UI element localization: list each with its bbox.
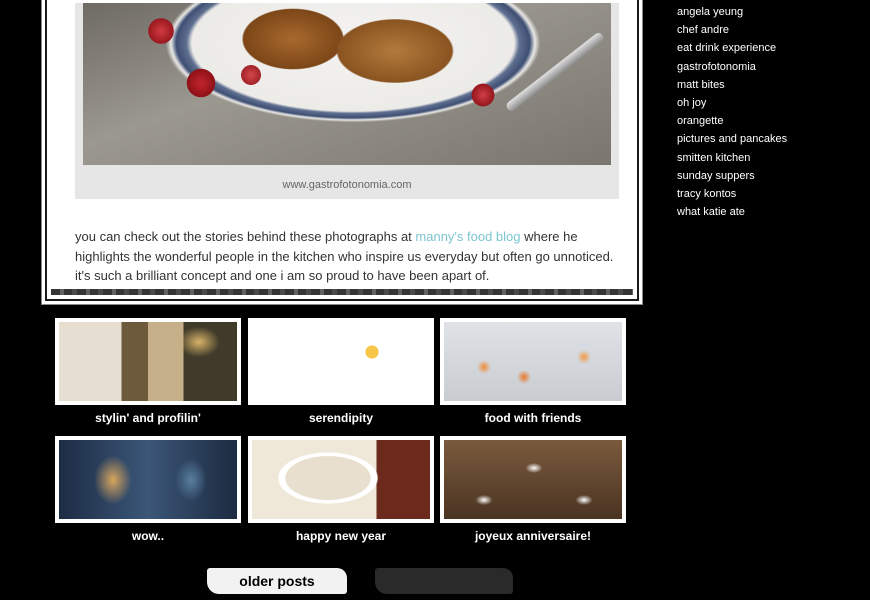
thumbnail-title[interactable]: wow.. — [55, 529, 241, 543]
sidebar-blogroll: angela yeung chef andre eat drink experi… — [677, 2, 787, 220]
fork-image-detail — [504, 31, 606, 113]
thumbnail-image — [59, 322, 237, 401]
thumbnail-image — [444, 322, 622, 401]
thumbnail-image — [252, 440, 430, 519]
thumbnail-title[interactable]: food with friends — [440, 411, 626, 425]
sidebar-link-item: chef andre — [677, 20, 787, 38]
older-posts-button[interactable]: older posts — [207, 568, 347, 594]
sidebar-link-item: oh joy — [677, 93, 787, 111]
sidebar-link-item: eat drink experience — [677, 38, 787, 56]
thumbnail-title[interactable]: serendipity — [248, 411, 434, 425]
newer-posts-button-placeholder — [375, 568, 513, 594]
sidebar-link-item: matt bites — [677, 75, 787, 93]
sidebar-link-item: sunday suppers — [677, 166, 787, 184]
sidebar-link-item: what katie ate — [677, 202, 787, 220]
thumbnail-title[interactable]: stylin' and profilin' — [55, 411, 241, 425]
sidebar-link[interactable]: smitten kitchen — [677, 152, 750, 164]
thumbnail-food-with-friends[interactable] — [440, 318, 626, 405]
sidebar-link-item: tracy kontos — [677, 184, 787, 202]
sidebar-link-item: pictures and pancakes — [677, 129, 787, 147]
thumbnail-image — [444, 440, 622, 519]
thumbnail-happy-new-year[interactable] — [248, 436, 434, 523]
sidebar-link-item: gastrofotonomia — [677, 57, 787, 75]
sidebar-link[interactable]: oh joy — [677, 97, 706, 109]
post-photo-frame: www.gastrofotonomia.com — [75, 3, 619, 199]
thumbnail-title[interactable]: joyeux anniversaire! — [440, 529, 626, 543]
thumbnail-stylin-and-profilin[interactable] — [55, 318, 241, 405]
post-photo-french-toast[interactable] — [83, 3, 611, 165]
photo-caption: www.gastrofotonomia.com — [282, 179, 412, 191]
mannys-food-blog-link[interactable]: manny's food blog — [415, 229, 520, 244]
sidebar-link-item: orangette — [677, 111, 787, 129]
sidebar-link[interactable]: angela yeung — [677, 6, 743, 18]
thumbnail-serendipity[interactable] — [248, 318, 434, 405]
sidebar-link[interactable]: eat drink experience — [677, 42, 776, 54]
thumbnail-title[interactable]: happy new year — [248, 529, 434, 543]
sidebar-link[interactable]: sunday suppers — [677, 170, 755, 182]
sidebar-link[interactable]: matt bites — [677, 79, 725, 91]
sidebar-link-item: angela yeung — [677, 2, 787, 20]
sidebar-link[interactable]: what katie ate — [677, 206, 745, 218]
thumbnail-image — [252, 322, 430, 401]
post-card: www.gastrofotonomia.com you can check ou… — [42, 0, 642, 304]
sidebar-link[interactable]: gastrofotonomia — [677, 61, 756, 73]
thumbnail-wow[interactable] — [55, 436, 241, 523]
post-body-text: you can check out the stories behind the… — [75, 227, 615, 286]
thumbnail-joyeux-anniversaire[interactable] — [440, 436, 626, 523]
sidebar-link[interactable]: pictures and pancakes — [677, 133, 787, 145]
sidebar-link[interactable]: tracy kontos — [677, 188, 736, 200]
post-text-before-link: you can check out the stories behind the… — [75, 229, 416, 244]
sidebar-link[interactable]: orangette — [677, 115, 723, 127]
sidebar-link-item: smitten kitchen — [677, 148, 787, 166]
sidebar-link[interactable]: chef andre — [677, 24, 729, 36]
torn-paper-edge — [51, 289, 633, 295]
thumbnail-image — [59, 440, 237, 519]
